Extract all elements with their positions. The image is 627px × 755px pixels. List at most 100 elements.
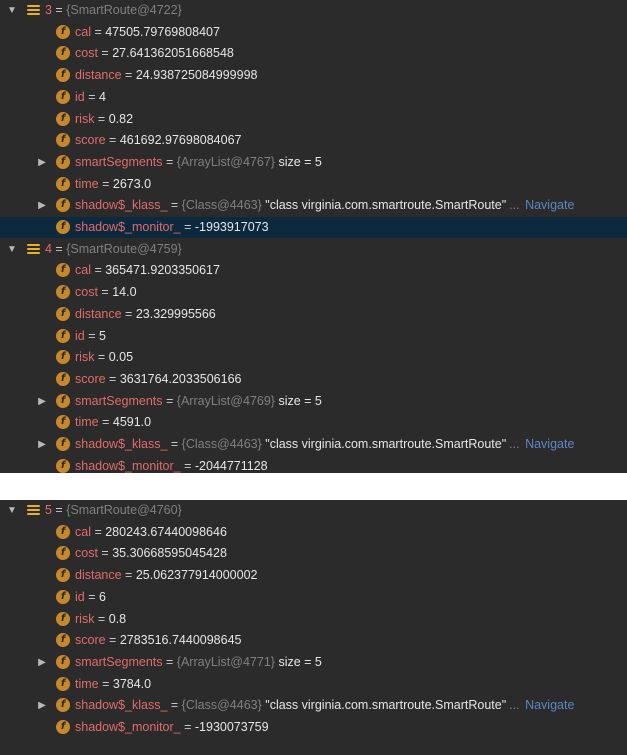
node-index: 4 xyxy=(45,241,52,256)
collapse-arrow-icon[interactable]: ▶ xyxy=(36,195,48,216)
navigate-link[interactable]: Navigate xyxy=(525,437,574,451)
tree-node-row[interactable]: ▼ 4 = {SmartRoute@4759} xyxy=(0,239,627,260)
tree-node-row[interactable]: ▼ 5 = {SmartRoute@4760} xyxy=(0,500,627,521)
field-row-cal[interactable]: f cal = 365471.9203350617 xyxy=(0,260,627,281)
field-row-smartsegments[interactable]: ▶ f smartSegments = {ArrayList@4767} size … xyxy=(0,152,627,173)
field-name: time xyxy=(75,415,99,430)
collapse-arrow-icon[interactable]: ▶ xyxy=(36,695,48,716)
equals-sign: = xyxy=(97,46,113,61)
equals-sign: = xyxy=(162,654,177,669)
equals-sign: = xyxy=(180,458,195,473)
field-ref: {ArrayList@4769} xyxy=(176,393,275,408)
field-icon: f xyxy=(56,133,70,148)
field-icon: f xyxy=(56,154,70,169)
field-icon: f xyxy=(56,371,70,386)
field-value: size = 5 xyxy=(278,154,322,169)
field-value: "class virginia.com.smartroute.SmartRout… xyxy=(265,698,507,713)
collapse-arrow-icon[interactable]: ▶ xyxy=(36,434,48,455)
field-row-shadow--klass-[interactable]: ▶ f shadow$_klass_ = {Class@4463} "class v… xyxy=(0,695,627,716)
field-value: 6 xyxy=(98,589,106,604)
field-row-cost[interactable]: f cost = 35.30668595045428 xyxy=(0,543,627,564)
field-row-id[interactable]: f id = 6 xyxy=(0,587,627,608)
field-label: time = 2673.0 xyxy=(75,174,151,195)
expand-arrow-icon[interactable]: ▼ xyxy=(6,239,18,260)
field-value: 2673.0 xyxy=(112,176,152,191)
field-name: smartSegments xyxy=(75,654,163,669)
field-row-shadow--monitor-[interactable]: f shadow$_monitor_ = -1930073759 xyxy=(0,717,627,738)
field-row-id[interactable]: f id = 5 xyxy=(0,326,627,347)
field-name: cost xyxy=(75,46,98,61)
field-row-shadow--klass-[interactable]: ▶ f shadow$_klass_ = {Class@4463} "class v… xyxy=(0,434,627,455)
field-row-risk[interactable]: f risk = 0.8 xyxy=(0,609,627,630)
field-name: shadow$_monitor_ xyxy=(75,458,181,473)
field-row-cal[interactable]: f cal = 47505.79769808407 xyxy=(0,22,627,43)
variables-panel-bottom: ▼ 5 = {SmartRoute@4760} f cal = 280243.6744… xyxy=(0,500,627,755)
node-label: 3 = {SmartRoute@4722} xyxy=(45,0,182,21)
field-icon: f xyxy=(56,546,70,561)
field-row-smartsegments[interactable]: ▶ f smartSegments = {ArrayList@4771} size … xyxy=(0,652,627,673)
field-label: cal = 47505.79769808407 xyxy=(75,22,220,43)
field-label: shadow$_monitor_ = -1993917073 xyxy=(75,217,269,238)
equals-sign: = xyxy=(51,3,67,17)
tree-node-row[interactable]: ▼ 3 = {SmartRoute@4722} xyxy=(0,0,627,21)
field-row-distance[interactable]: f distance = 25.062377914000002 xyxy=(0,565,627,586)
equals-sign: = xyxy=(97,285,113,300)
node-ref: {SmartRoute@4759} xyxy=(66,241,182,256)
field-label: cost = 14.0 xyxy=(75,282,137,303)
field-icon: f xyxy=(56,698,70,713)
equals-sign: = xyxy=(121,306,136,321)
field-row-shadow--monitor-[interactable]: f shadow$_monitor_ = -2044771128 xyxy=(0,456,627,477)
field-icon: f xyxy=(56,437,70,451)
field-label: score = 461692.97698084067 xyxy=(75,130,241,151)
equals-sign: = xyxy=(51,503,67,517)
field-row-time[interactable]: f time = 3784.0 xyxy=(0,674,627,695)
field-row-distance[interactable]: f distance = 24.938725084999998 xyxy=(0,65,627,86)
field-row-risk[interactable]: f risk = 0.05 xyxy=(0,347,627,368)
field-value: "class virginia.com.smartroute.SmartRout… xyxy=(265,198,507,213)
field-icon: f xyxy=(56,220,70,234)
navigate-link[interactable]: Navigate xyxy=(525,698,574,712)
field-label: shadow$_klass_ = {Class@4463} "class vir… xyxy=(75,695,574,716)
equals-sign: = xyxy=(105,633,120,648)
field-row-score[interactable]: f score = 3631764.2033506166 xyxy=(0,369,627,390)
field-name: cost xyxy=(75,546,98,561)
navigate-link[interactable]: Navigate xyxy=(525,198,574,212)
field-row-shadow--monitor-[interactable]: f shadow$_monitor_ = -1993917073 xyxy=(0,217,627,238)
equals-sign: = xyxy=(167,437,182,451)
node-label: 4 = {SmartRoute@4759} xyxy=(45,239,182,260)
equals-sign: = xyxy=(97,546,113,561)
node-label: 5 = {SmartRoute@4760} xyxy=(45,500,182,521)
field-value: 3631764.2033506166 xyxy=(119,371,242,386)
field-name: distance xyxy=(75,68,122,83)
expand-arrow-icon[interactable]: ▼ xyxy=(6,500,18,521)
field-row-id[interactable]: f id = 4 xyxy=(0,87,627,108)
object-list-icon xyxy=(27,505,40,516)
field-row-score[interactable]: f score = 461692.97698084067 xyxy=(0,130,627,151)
field-value: 0.05 xyxy=(108,350,134,365)
field-icon: f xyxy=(56,328,70,343)
equals-sign: = xyxy=(90,524,106,539)
field-name: shadow$_klass_ xyxy=(75,698,168,713)
collapse-arrow-icon[interactable]: ▶ xyxy=(36,652,48,673)
field-icon: f xyxy=(56,89,70,104)
collapse-arrow-icon[interactable]: ▶ xyxy=(36,152,48,173)
expand-arrow-icon[interactable]: ▼ xyxy=(6,0,18,21)
field-row-smartsegments[interactable]: ▶ f smartSegments = {ArrayList@4769} size … xyxy=(0,391,627,412)
equals-sign: = xyxy=(105,133,120,148)
field-row-shadow--klass-[interactable]: ▶ f shadow$_klass_ = {Class@4463} "class v… xyxy=(0,195,627,216)
field-label: distance = 23.329995566 xyxy=(75,304,216,325)
field-row-time[interactable]: f time = 4591.0 xyxy=(0,412,627,433)
field-row-score[interactable]: f score = 2783516.7440098645 xyxy=(0,630,627,651)
collapse-arrow-icon[interactable]: ▶ xyxy=(36,391,48,412)
field-row-distance[interactable]: f distance = 23.329995566 xyxy=(0,304,627,325)
field-row-cost[interactable]: f cost = 27.641362051668548 xyxy=(0,43,627,64)
field-row-risk[interactable]: f risk = 0.82 xyxy=(0,109,627,130)
equals-sign: = xyxy=(84,589,99,604)
equals-sign: = xyxy=(98,676,113,691)
field-row-cost[interactable]: f cost = 14.0 xyxy=(0,282,627,303)
field-row-time[interactable]: f time = 2673.0 xyxy=(0,174,627,195)
field-icon: f xyxy=(56,393,70,408)
field-row-cal[interactable]: f cal = 280243.67440098646 xyxy=(0,522,627,543)
field-value: -1930073759 xyxy=(194,720,269,734)
equals-sign: = xyxy=(162,393,177,408)
